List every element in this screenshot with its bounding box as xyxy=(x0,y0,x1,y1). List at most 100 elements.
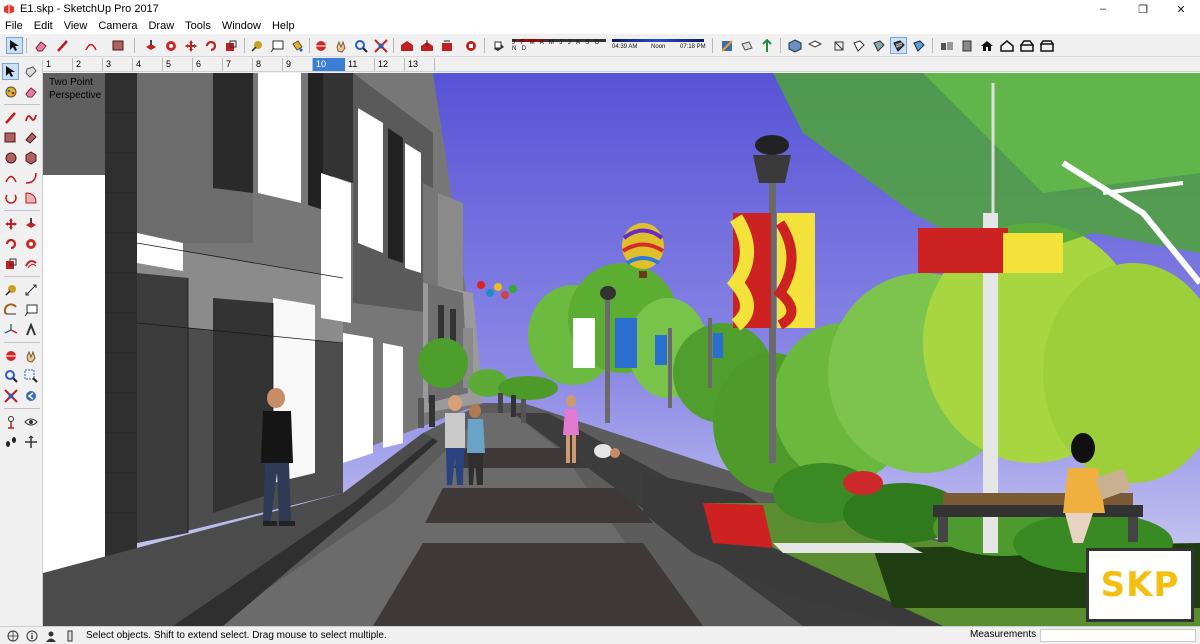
rotate-tool-button[interactable] xyxy=(202,37,219,54)
arc-tool-button[interactable] xyxy=(82,37,99,54)
position-camera-tool-left[interactable] xyxy=(2,413,19,430)
display-section-cuts-button[interactable] xyxy=(758,37,775,54)
display-section-planes-button[interactable] xyxy=(738,37,755,54)
axes-tool-left[interactable] xyxy=(2,321,19,338)
monochrome-style-button[interactable] xyxy=(910,37,927,54)
scale-tool-button[interactable] xyxy=(222,37,239,54)
zoom-window-tool-left[interactable] xyxy=(22,367,39,384)
shape-tool-button[interactable] xyxy=(110,37,127,54)
paint-bucket-button[interactable] xyxy=(288,37,305,54)
shaded-textures-style-button[interactable] xyxy=(890,37,907,54)
maximize-button[interactable]: ❐ xyxy=(1124,0,1162,18)
time-slider-track[interactable] xyxy=(612,39,704,42)
scene-tab-9[interactable]: 9 xyxy=(283,58,313,71)
components-button[interactable] xyxy=(938,37,955,54)
walk-tool-left[interactable] xyxy=(2,433,19,450)
rectangle-tool-left[interactable] xyxy=(2,129,19,146)
scene-tab-12[interactable]: 12 xyxy=(375,58,405,71)
move-tool-button[interactable] xyxy=(182,37,199,54)
credits-icon[interactable] xyxy=(25,629,38,642)
materials-button[interactable] xyxy=(958,37,975,54)
right-view-button[interactable] xyxy=(1018,37,1035,54)
help-icon[interactable] xyxy=(63,629,76,642)
share-model-button[interactable] xyxy=(418,37,435,54)
look-around-tool-left[interactable] xyxy=(22,413,39,430)
scene-tab-5[interactable]: 5 xyxy=(163,58,193,71)
previous-view-tool-left[interactable] xyxy=(22,387,39,404)
eraser-tool-button[interactable] xyxy=(32,37,49,54)
scene-tab-2[interactable]: 2 xyxy=(73,58,103,71)
menu-help[interactable]: Help xyxy=(267,18,301,34)
polygon-tool-left[interactable] xyxy=(22,149,39,166)
scene-tab-3[interactable]: 3 xyxy=(103,58,133,71)
hidden-line-style-button[interactable] xyxy=(850,37,867,54)
share-component-button[interactable] xyxy=(438,37,455,54)
freehand-tool-left[interactable] xyxy=(22,109,39,126)
text-tool-button[interactable] xyxy=(268,37,285,54)
scene-tab-8[interactable]: 8 xyxy=(253,58,283,71)
move-tool-left[interactable] xyxy=(2,215,19,232)
back-view-button[interactable] xyxy=(1038,37,1055,54)
push-pull-button[interactable] xyxy=(142,37,159,54)
zoom-extents-tool-left[interactable] xyxy=(2,387,19,404)
home-view-button[interactable] xyxy=(978,37,995,54)
select-tool-button[interactable] xyxy=(6,37,23,54)
paint-tool-left[interactable] xyxy=(2,83,19,100)
section-plane-button[interactable] xyxy=(718,37,735,54)
line-tool-left[interactable] xyxy=(2,109,19,126)
select-tool-left[interactable] xyxy=(2,63,19,80)
3d-text-tool-left[interactable] xyxy=(22,321,39,338)
scene-tab-1[interactable]: 1 xyxy=(43,58,73,71)
scene-tab-13[interactable]: 13 xyxy=(405,58,435,71)
geo-location-icon[interactable] xyxy=(6,629,19,642)
follow-me-tool-left[interactable] xyxy=(22,235,39,252)
rotated-rectangle-tool-left[interactable] xyxy=(22,129,39,146)
extension-warehouse-button[interactable] xyxy=(462,37,479,54)
menu-file[interactable]: File xyxy=(0,18,29,34)
menu-draw[interactable]: Draw xyxy=(143,18,180,34)
shadow-toggle-button[interactable] xyxy=(490,37,507,54)
user-account-icon[interactable] xyxy=(44,629,57,642)
orbit-tool-left[interactable] xyxy=(2,347,19,364)
scene-tab-7[interactable]: 7 xyxy=(223,58,253,71)
warehouse-button[interactable] xyxy=(398,37,415,54)
follow-me-button[interactable] xyxy=(162,37,179,54)
shaded-style-button[interactable] xyxy=(870,37,887,54)
pan-button[interactable] xyxy=(332,37,349,54)
menu-edit[interactable]: Edit xyxy=(29,18,59,34)
menu-view[interactable]: View xyxy=(59,18,94,34)
scene-tab-4[interactable]: 4 xyxy=(133,58,163,71)
rotate-tool-left[interactable] xyxy=(2,235,19,252)
eraser-tool-left[interactable] xyxy=(22,83,39,100)
tape-measure-tool-left[interactable] xyxy=(2,281,19,298)
menu-window[interactable]: Window xyxy=(217,18,267,34)
text-tool-left[interactable] xyxy=(22,301,39,318)
two-point-arc-tool-left[interactable] xyxy=(22,169,39,186)
zoom-button[interactable] xyxy=(352,37,369,54)
wireframe-style-button[interactable] xyxy=(830,37,847,54)
iso-view-button[interactable] xyxy=(786,37,803,54)
scene-tab-10[interactable]: 10 xyxy=(313,58,345,71)
scene-tab-11[interactable]: 11 xyxy=(345,58,375,71)
scene-tab-6[interactable]: 6 xyxy=(193,58,223,71)
zoom-extents-button[interactable] xyxy=(372,37,389,54)
front-view-button[interactable] xyxy=(998,37,1015,54)
top-view-button[interactable] xyxy=(806,37,823,54)
offset-tool-left[interactable] xyxy=(22,255,39,272)
tape-measure-button[interactable] xyxy=(248,37,265,54)
protractor-tool-left[interactable] xyxy=(2,301,19,318)
three-point-arc-tool-left[interactable] xyxy=(2,189,19,206)
model-viewport[interactable]: Two Point Perspective SKP xyxy=(43,73,1200,626)
scale-tool-left[interactable] xyxy=(2,255,19,272)
make-component-tool[interactable] xyxy=(22,63,39,80)
pie-tool-left[interactable] xyxy=(22,189,39,206)
minimize-button[interactable]: – xyxy=(1084,0,1122,18)
push-pull-tool-left[interactable] xyxy=(22,215,39,232)
menu-camera[interactable]: Camera xyxy=(93,18,143,34)
arc-tool-left[interactable] xyxy=(2,169,19,186)
close-button[interactable]: ✕ xyxy=(1162,0,1200,18)
dimension-tool-left[interactable] xyxy=(22,281,39,298)
circle-tool-left[interactable] xyxy=(2,149,19,166)
menu-tools[interactable]: Tools xyxy=(180,18,217,34)
orbit-button[interactable] xyxy=(312,37,329,54)
